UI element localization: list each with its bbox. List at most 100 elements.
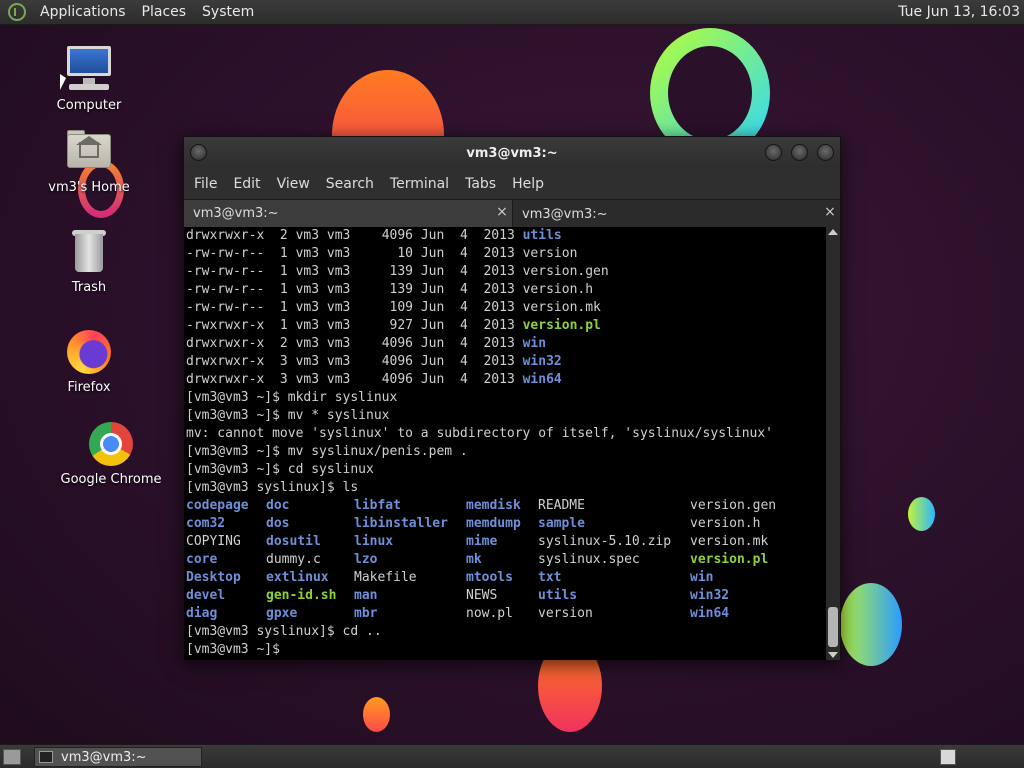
tab-close-icon[interactable]: ×: [823, 205, 837, 219]
terminal-icon: [39, 751, 53, 763]
link-count: 3: [272, 372, 288, 387]
file-owner: vm3: [295, 246, 320, 261]
file-size: 4096: [358, 372, 414, 387]
desktop-icon-home[interactable]: vm3's Home: [34, 126, 144, 195]
ls-entry: mk: [466, 552, 482, 567]
file-month: Jun: [420, 282, 445, 297]
distro-logo-icon[interactable]: [8, 3, 26, 21]
file-name: win32: [522, 354, 562, 369]
menu-edit[interactable]: Edit: [225, 176, 268, 192]
file-size: 927: [358, 318, 414, 333]
ls-entry: syslinux.spec: [538, 552, 640, 567]
file-permissions: -rw-rw-r--: [186, 264, 265, 279]
ls-entry: devel: [186, 588, 226, 603]
file-day: 4: [452, 336, 468, 351]
tab-close-icon[interactable]: ×: [495, 205, 509, 219]
ls-entry: win: [690, 570, 714, 585]
show-desktop-icon[interactable]: [3, 749, 21, 765]
ls-entry: gen-id.sh: [266, 588, 337, 603]
listing-line: drwxrwxr-x 2 vm3 vm3 4096 Jun 4 2013 uti…: [186, 227, 826, 245]
ls-entry: com32: [186, 516, 226, 531]
file-permissions: drwxrwxr-x: [186, 336, 265, 351]
ls-output: codepage doc libfat memdisk README version.ge…: [186, 497, 826, 623]
ls-entry: extlinux: [266, 570, 329, 585]
file-size: 4096: [358, 336, 414, 351]
link-count: 3: [272, 354, 288, 369]
ls-entry: COPYING: [186, 534, 241, 549]
terminal-text: drwxrwxr-x 2 vm3 vm3 4096 Jun 4 2013 uti…: [184, 227, 826, 659]
ls-entry: win32: [690, 588, 730, 603]
bottom-panel: vm3@vm3:~: [0, 744, 1024, 768]
desktop-icon-computer[interactable]: Computer: [34, 44, 144, 113]
menu-tabs[interactable]: Tabs: [457, 176, 504, 192]
scroll-up-icon[interactable]: [828, 229, 838, 235]
file-size: 4096: [358, 354, 414, 369]
file-permissions: -rw-rw-r--: [186, 300, 265, 315]
file-month: Jun: [420, 300, 445, 315]
file-size: 10: [358, 246, 414, 261]
desktop-icon-label: Firefox: [67, 380, 111, 395]
file-owner: vm3: [295, 264, 320, 279]
file-year: 2013: [483, 318, 515, 333]
file-month: Jun: [420, 372, 445, 387]
scroll-thumb[interactable]: [828, 607, 838, 647]
listing-line: drwxrwxr-x 3 vm3 vm3 4096 Jun 4 2013 win…: [186, 371, 826, 389]
file-year: 2013: [483, 300, 515, 315]
command-line: [vm3@vm3 ~]$ cd syslinux: [186, 462, 374, 477]
terminal-window[interactable]: vm3@vm3:~ File Edit View Search Terminal…: [183, 136, 841, 660]
terminal-menubar: File Edit View Search Terminal Tabs Help: [184, 169, 840, 199]
command-line: mv: cannot move 'syslinux' to a subdirec…: [186, 426, 773, 441]
menu-search[interactable]: Search: [318, 176, 382, 192]
tab-label: vm3@vm3:~: [522, 206, 608, 222]
ls-entry: core: [186, 552, 218, 567]
menu-places[interactable]: Places: [134, 4, 195, 20]
ls-entry: version: [538, 606, 593, 621]
scroll-down-icon[interactable]: [828, 652, 838, 658]
menu-system[interactable]: System: [194, 4, 262, 20]
ls-entry: syslinux-5.10.zip: [538, 534, 672, 549]
menu-help[interactable]: Help: [504, 176, 552, 192]
ls-entry: txt: [538, 570, 562, 585]
close-window-button[interactable]: [817, 144, 834, 161]
file-month: Jun: [420, 354, 445, 369]
maximize-button[interactable]: [791, 144, 808, 161]
file-name: win: [522, 336, 547, 351]
desktop-icon-chrome[interactable]: Google Chrome: [56, 418, 166, 487]
file-day: 4: [452, 264, 468, 279]
link-count: 2: [272, 336, 288, 351]
desktop-icon-firefox[interactable]: Firefox: [34, 326, 144, 395]
taskbar-terminal-button[interactable]: vm3@vm3:~: [34, 747, 202, 767]
tab-terminal-1[interactable]: vm3@vm3:~ ×: [184, 200, 512, 228]
wallpaper-shape: [840, 583, 902, 666]
terminal-scrollbar[interactable]: [826, 227, 840, 660]
file-size: 109: [358, 300, 414, 315]
tab-terminal-2[interactable]: vm3@vm3:~ ×: [512, 200, 840, 228]
desktop-icon-trash[interactable]: Trash: [34, 226, 144, 295]
ls-entry: utils: [538, 588, 578, 603]
command-line: [vm3@vm3 ~]$ mv syslinux/penis.pem .: [186, 444, 468, 459]
file-permissions: -rwxrwxr-x: [186, 318, 265, 333]
workspace-switcher[interactable]: [940, 749, 956, 765]
ls-entry: diag: [186, 606, 218, 621]
command-line: [vm3@vm3 ~]$ mkdir syslinux: [186, 390, 398, 405]
top-panel: Applications Places System Tue Jun 13, 1…: [0, 0, 1024, 25]
firefox-icon: [63, 326, 115, 378]
file-owner: vm3: [295, 282, 320, 297]
window-titlebar[interactable]: vm3@vm3:~: [184, 137, 840, 169]
file-day: 4: [452, 246, 468, 261]
window-menu-button[interactable]: [190, 144, 207, 161]
taskbar-label: vm3@vm3:~: [61, 749, 147, 765]
menu-terminal[interactable]: Terminal: [382, 176, 457, 192]
terminal-output[interactable]: drwxrwxr-x 2 vm3 vm3 4096 Jun 4 2013 uti…: [184, 227, 826, 660]
menu-applications[interactable]: Applications: [32, 4, 134, 20]
link-count: 1: [272, 300, 288, 315]
file-size: 139: [358, 264, 414, 279]
clock[interactable]: Tue Jun 13, 16:03: [898, 4, 1024, 20]
chrome-icon: [85, 418, 137, 470]
menu-view[interactable]: View: [269, 176, 318, 192]
minimize-button[interactable]: [765, 144, 782, 161]
menu-file[interactable]: File: [186, 176, 225, 192]
file-group: vm3: [326, 264, 351, 279]
file-year: 2013: [483, 336, 515, 351]
ls-entry: now.pl: [466, 606, 513, 621]
